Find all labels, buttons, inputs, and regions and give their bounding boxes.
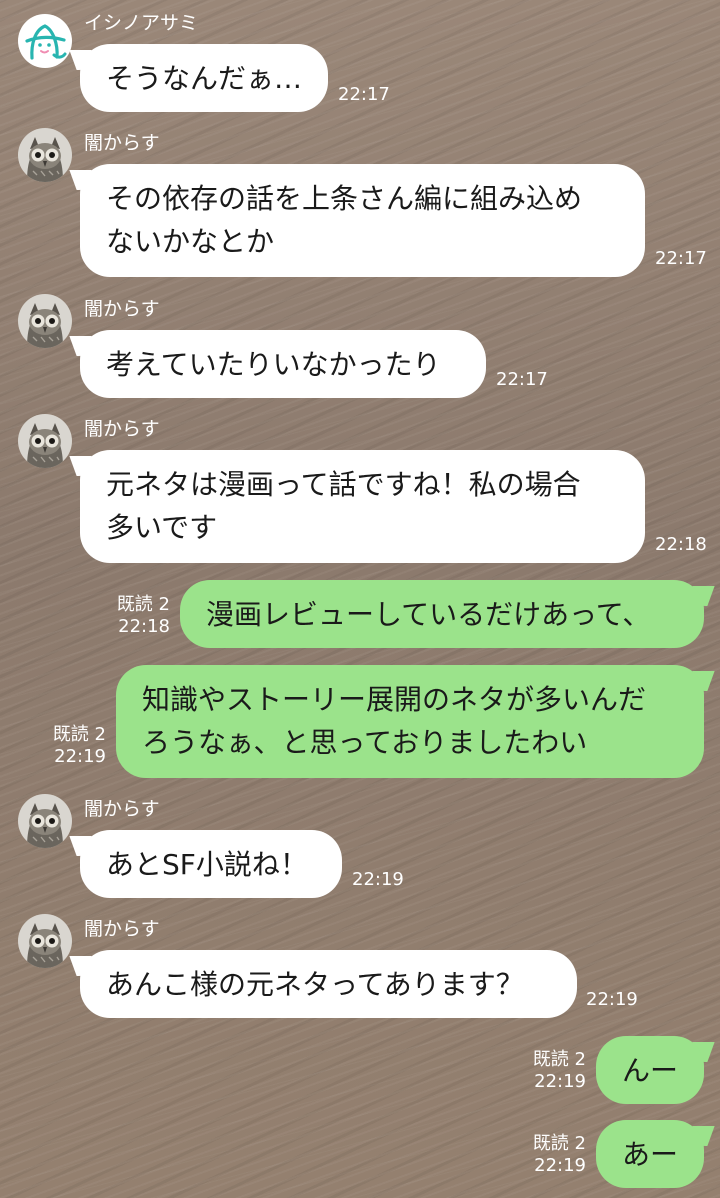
- message-time: 22:17: [338, 84, 390, 105]
- read-receipt: 既読 2: [532, 1049, 586, 1070]
- outgoing-message-bubble[interactable]: 知識やストーリー展開のネタが多いんだ ろうなぁ、と思っておりましたわい: [116, 665, 704, 778]
- message-text: 考えていたりいなかったり: [106, 348, 441, 381]
- owl-avatar-icon: [18, 914, 72, 968]
- message-text: んー: [622, 1054, 679, 1087]
- read-receipt: 既読 2: [52, 724, 106, 745]
- message-text-line: 多いです: [106, 511, 218, 544]
- message-meta: 既読 2 22:19: [53, 724, 106, 768]
- message-time: 22:19: [54, 746, 106, 767]
- message-time: 22:19: [352, 869, 404, 890]
- outgoing-message-bubble[interactable]: あー: [596, 1120, 704, 1188]
- owl-avatar-icon: [18, 294, 72, 348]
- message-text: あー: [622, 1138, 679, 1171]
- read-receipt: 既読 2: [532, 1133, 586, 1154]
- avatar[interactable]: [18, 128, 72, 182]
- avatar[interactable]: [18, 794, 72, 848]
- sender-name: 闇からす: [84, 298, 160, 320]
- sender-name: 闇からす: [84, 418, 160, 440]
- message-time: 22:17: [655, 248, 707, 269]
- avatar[interactable]: [18, 914, 72, 968]
- message-text-line: 元ネタは漫画って話ですね！私の場合: [106, 468, 581, 501]
- message-time: 22:17: [496, 369, 548, 390]
- message-time: 22:19: [534, 1155, 586, 1176]
- message-text-line: ないかなとか: [106, 225, 275, 258]
- incoming-message-bubble[interactable]: あんこ様の元ネタってあります？: [80, 950, 577, 1018]
- sender-name: イシノアサミ: [84, 12, 199, 34]
- avatar[interactable]: [18, 414, 72, 468]
- message-meta: 既読 2 22:19: [533, 1133, 586, 1177]
- avatar[interactable]: [18, 14, 72, 68]
- incoming-message-bubble[interactable]: その依存の話を上条さん編に組み込め ないかなとか: [80, 164, 645, 277]
- message-time: 22:19: [534, 1071, 586, 1092]
- message-meta: 既読 2 22:19: [533, 1049, 586, 1093]
- owl-avatar-icon: [18, 414, 72, 468]
- incoming-message-bubble[interactable]: あとSF小説ね！: [80, 830, 342, 898]
- sender-name: 闇からす: [84, 918, 160, 940]
- message-text-line: ろうなぁ、と思っておりましたわい: [142, 726, 588, 759]
- incoming-message-bubble[interactable]: 元ネタは漫画って話ですね！私の場合 多いです: [80, 450, 645, 563]
- owl-avatar-icon: [18, 794, 72, 848]
- owl-avatar-icon: [18, 128, 72, 182]
- message-text-line: その依存の話を上条さん編に組み込め: [106, 182, 583, 215]
- teal-logo-icon: [18, 14, 72, 68]
- outgoing-message-bubble[interactable]: 漫画レビューしているだけあって、: [180, 580, 704, 648]
- message-time: 22:18: [118, 616, 170, 637]
- sender-name: 闇からす: [84, 798, 160, 820]
- message-time: 22:18: [655, 534, 707, 555]
- read-receipt: 既読 2: [116, 594, 170, 615]
- chat-thread: イシノアサミ そうなんだぁ… 22:17 闇からす その依存の話を上条さん編に組…: [0, 0, 720, 1198]
- message-text: 漫画レビューしているだけあって、: [206, 598, 651, 631]
- avatar[interactable]: [18, 294, 72, 348]
- message-text: あんこ様の元ネタってあります？: [106, 968, 524, 1001]
- message-meta: 既読 2 22:18: [117, 594, 170, 638]
- incoming-message-bubble[interactable]: そうなんだぁ…: [80, 44, 328, 112]
- incoming-message-bubble[interactable]: 考えていたりいなかったり: [80, 330, 486, 398]
- message-time: 22:19: [586, 989, 638, 1010]
- outgoing-message-bubble[interactable]: んー: [596, 1036, 704, 1104]
- sender-name: 闇からす: [84, 132, 160, 154]
- message-text: あとSF小説ね！: [106, 848, 308, 881]
- message-text: そうなんだぁ…: [106, 62, 303, 95]
- message-text-line: 知識やストーリー展開のネタが多いんだ: [142, 683, 647, 716]
